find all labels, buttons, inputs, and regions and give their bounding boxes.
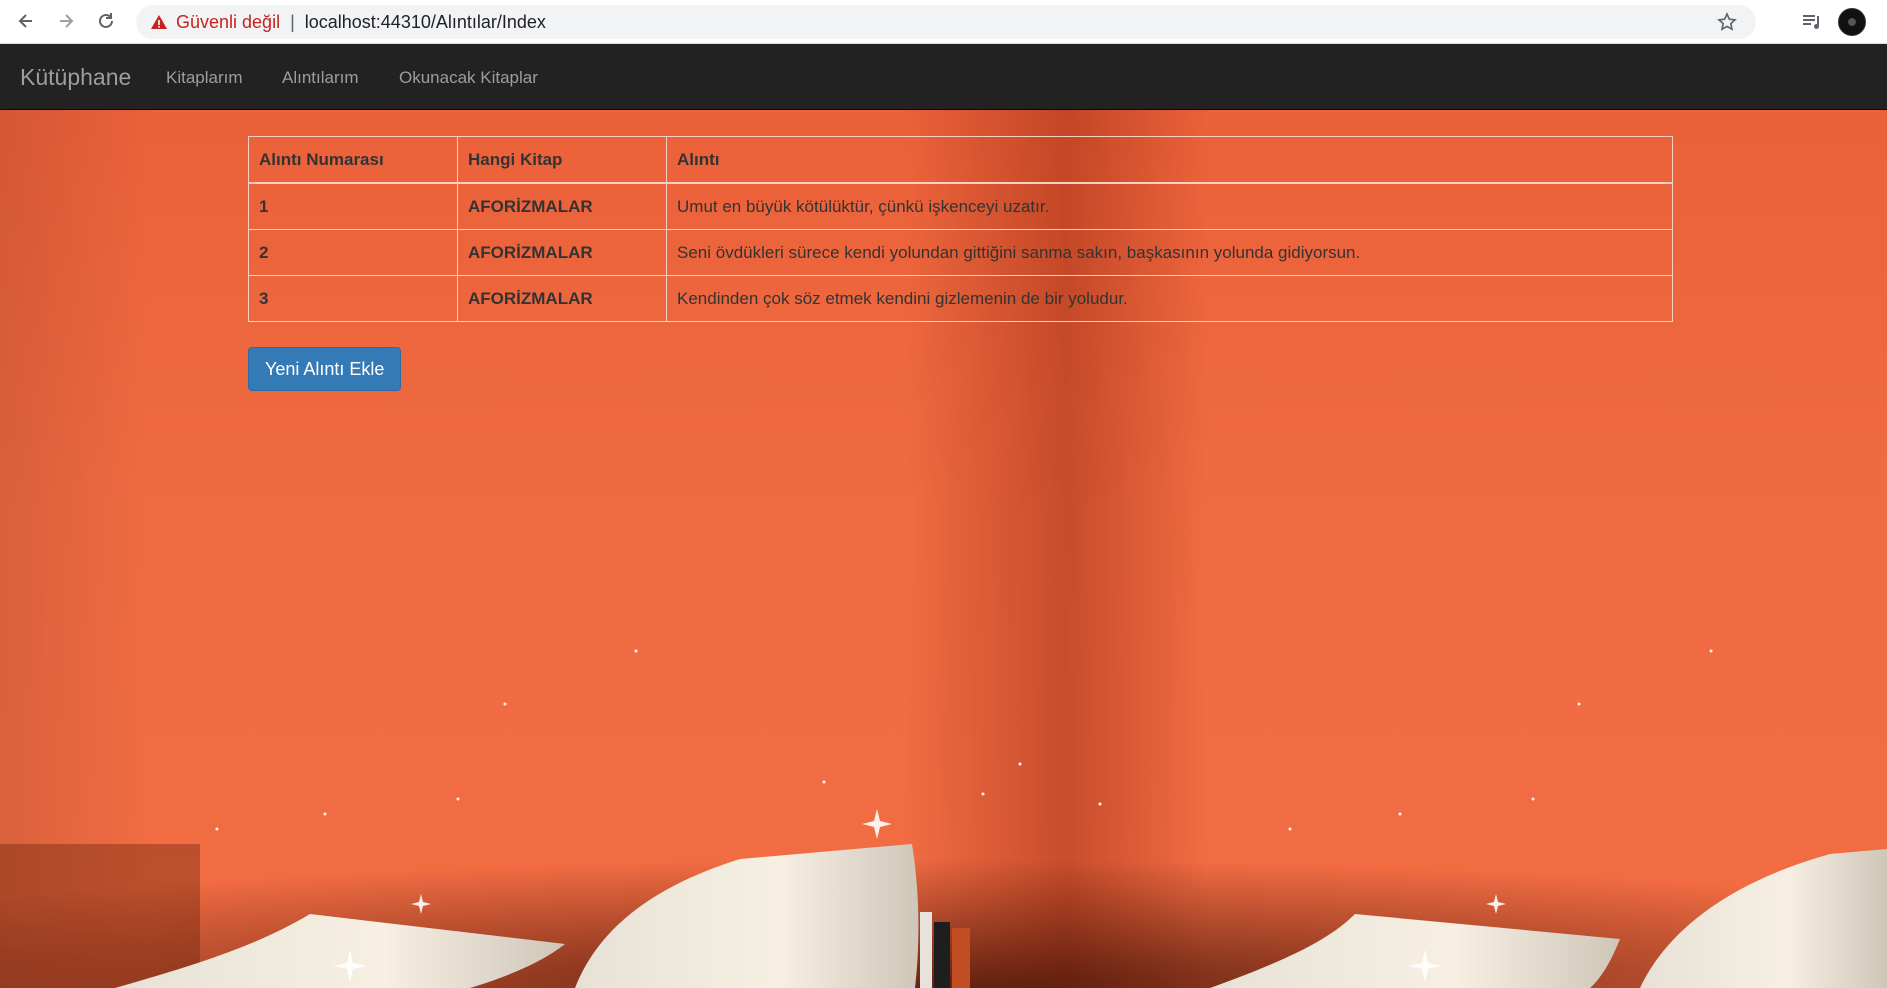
book-title-cell: AFORİZMALAR: [457, 275, 667, 322]
quote-text-cell: Seni övdükleri sürece kendi yolundan git…: [666, 229, 1673, 276]
add-quote-button[interactable]: Yeni Alıntı Ekle: [248, 347, 402, 391]
back-arrow-icon: [18, 14, 32, 28]
table-header-row: Alıntı Numarası Hangi Kitap Alıntı: [248, 136, 1673, 184]
nav-link-kitaplarim[interactable]: Kitaplarım: [166, 68, 243, 88]
omnibox-separator: |: [290, 11, 295, 32]
warning-icon: [150, 13, 168, 31]
nav-link-alintilarim[interactable]: Alıntılarım: [282, 68, 359, 88]
reload-icon: [99, 13, 113, 28]
quote-text-cell: Umut en büyük kötülüktür, çünkü işkencey…: [666, 182, 1673, 230]
quote-text-cell: Kendinden çok söz etmek kendini gizlemen…: [666, 275, 1673, 322]
back-button[interactable]: [12, 7, 40, 35]
security-label[interactable]: Güvenli değil: [176, 12, 280, 33]
reload-button[interactable]: [92, 7, 120, 35]
navbar-brand[interactable]: Kütüphane: [20, 64, 131, 91]
table-row: 3 AFORİZMALAR Kendinden çok söz etmek ke…: [248, 275, 1673, 322]
url-text[interactable]: localhost:44310/Alıntılar/Index: [305, 12, 546, 33]
forward-arrow-icon: [60, 14, 74, 28]
site-navbar: Kütüphane Kitaplarım Alıntılarım Okunaca…: [0, 44, 1887, 110]
book-title-cell: AFORİZMALAR: [457, 182, 667, 230]
page-content: Kütüphane Kitaplarım Alıntılarım Okunaca…: [0, 44, 1887, 988]
profile-avatar[interactable]: [1838, 8, 1866, 36]
bookmark-star-icon[interactable]: [1716, 11, 1738, 33]
table-row: 2 AFORİZMALAR Seni övdükleri sürece kend…: [248, 229, 1673, 276]
book-title-cell: AFORİZMALAR: [457, 229, 667, 276]
media-control-icon[interactable]: [1800, 10, 1824, 34]
forward-button[interactable]: [52, 7, 80, 35]
column-header-quote: Alıntı: [666, 136, 1673, 184]
table-row: 1 AFORİZMALAR Umut en büyük kötülüktür, …: [248, 182, 1673, 230]
quote-number-cell: 2: [248, 229, 458, 276]
browser-toolbar: Güvenli değil | localhost:44310/Alıntıla…: [0, 0, 1887, 44]
quote-number-cell: 1: [248, 182, 458, 230]
nav-link-okunacak-kitaplar[interactable]: Okunacak Kitaplar: [399, 68, 538, 88]
column-header-number: Alıntı Numarası: [248, 136, 458, 184]
quote-number-cell: 3: [248, 275, 458, 322]
column-header-book: Hangi Kitap: [457, 136, 667, 184]
quotes-table: Alıntı Numarası Hangi Kitap Alıntı 1 AFO…: [248, 136, 1673, 322]
address-bar[interactable]: Güvenli değil | localhost:44310/Alıntıla…: [136, 5, 1756, 39]
